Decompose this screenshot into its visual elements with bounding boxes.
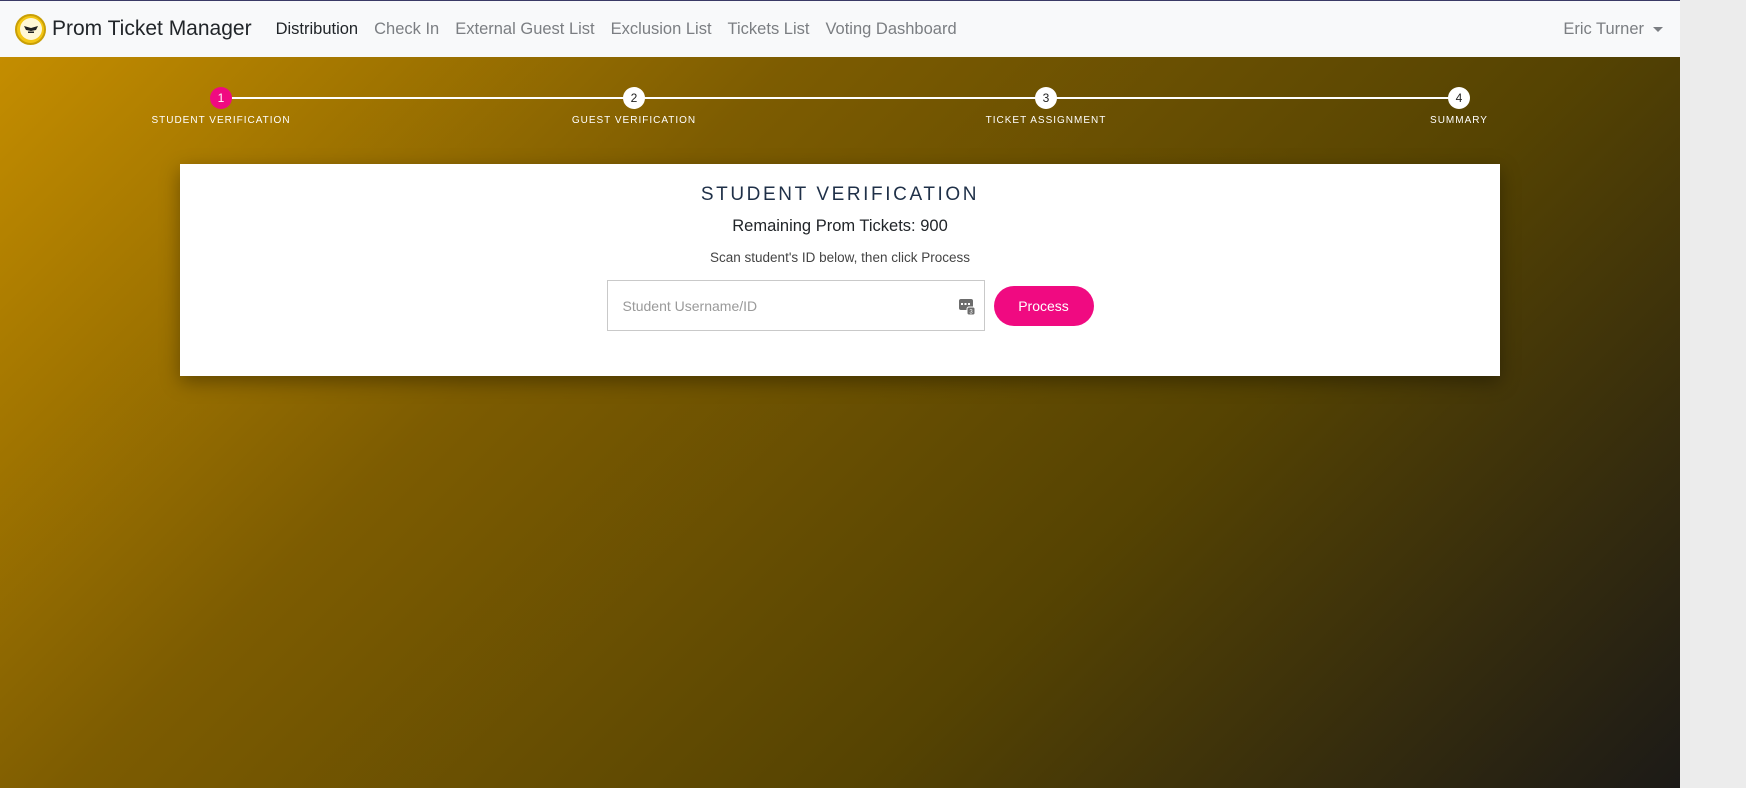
caret-down-icon — [1653, 27, 1663, 32]
student-id-input[interactable] — [607, 281, 984, 330]
nav-distribution[interactable]: Distribution — [276, 20, 359, 39]
step-label: SUMMARY — [1430, 115, 1488, 126]
step-label: STUDENT VERIFICATION — [151, 115, 291, 126]
prom-logo-icon — [15, 13, 46, 45]
step-number: 2 — [623, 87, 645, 109]
student-id-field-wrapper: 3 — [606, 280, 985, 331]
nav-external-guest-list[interactable]: External Guest List — [455, 20, 594, 39]
verification-card: STUDENT VERIFICATION Remaining Prom Tick… — [180, 164, 1500, 376]
remaining-tickets: Remaining Prom Tickets: 900 — [732, 217, 948, 235]
nav-tickets-list[interactable]: Tickets List — [728, 20, 810, 39]
stepper-line — [221, 97, 1459, 99]
distribution-panel: 1 STUDENT VERIFICATION 2 GUEST VERIFICAT… — [0, 57, 1680, 788]
scan-instruction: Scan student's ID below, then click Proc… — [710, 250, 970, 265]
app-title: Prom Ticket Manager — [52, 17, 252, 40]
brand[interactable]: Prom Ticket Manager — [15, 13, 252, 45]
top-navbar: Prom Ticket Manager Distribution Check I… — [0, 0, 1680, 57]
step-guest-verification: 2 GUEST VERIFICATION — [534, 87, 734, 126]
nav-voting-dashboard[interactable]: Voting Dashboard — [825, 20, 956, 39]
step-summary: 4 SUMMARY — [1359, 87, 1559, 126]
step-number: 3 — [1035, 87, 1057, 109]
step-label: GUEST VERIFICATION — [571, 115, 697, 126]
scan-form: 3 Process — [606, 280, 1094, 331]
nav-exclusion-list[interactable]: Exclusion List — [611, 20, 712, 39]
process-button[interactable]: Process — [993, 285, 1094, 326]
app-root: Prom Ticket Manager Distribution Check I… — [0, 0, 1680, 788]
step-number: 4 — [1448, 87, 1470, 109]
stepper: 1 STUDENT VERIFICATION 2 GUEST VERIFICAT… — [0, 57, 1680, 137]
nav-check-in[interactable]: Check In — [374, 20, 439, 39]
main-nav: Distribution Check In External Guest Lis… — [276, 20, 973, 39]
step-ticket-assignment: 3 TICKET ASSIGNMENT — [946, 87, 1146, 126]
card-title: STUDENT VERIFICATION — [700, 184, 980, 205]
step-label: TICKET ASSIGNMENT — [985, 115, 1107, 126]
step-number: 1 — [210, 87, 232, 109]
id-card-icon: 3 — [958, 299, 975, 316]
step-student-verification: 1 STUDENT VERIFICATION — [121, 87, 321, 126]
user-menu[interactable]: Eric Turner — [1563, 20, 1663, 39]
user-name: Eric Turner — [1563, 20, 1644, 38]
